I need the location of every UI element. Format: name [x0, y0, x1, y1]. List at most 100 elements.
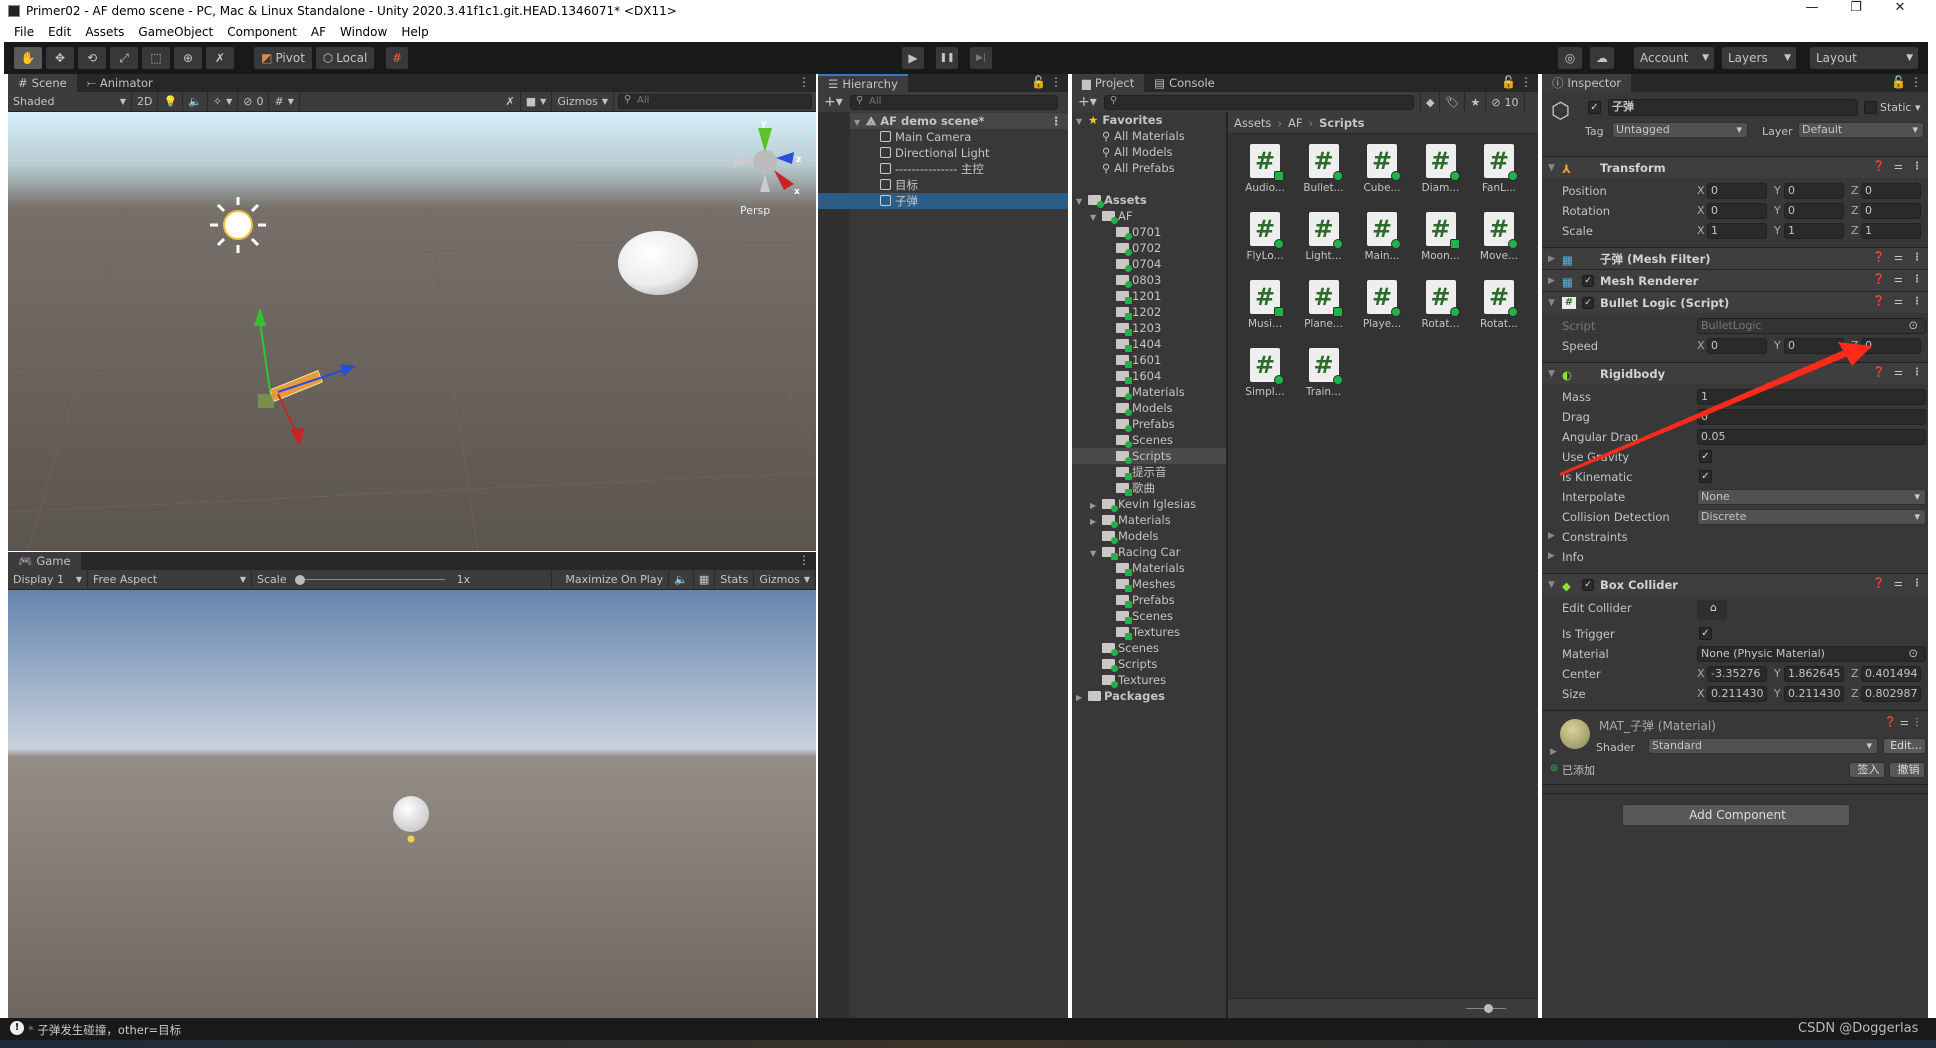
project-tree-item[interactable]: ▶ Kevin Iglesias: [1072, 496, 1226, 512]
static-checkbox[interactable]: ✓: [1864, 101, 1877, 114]
script-asset[interactable]: # Rotat...: [1412, 280, 1470, 330]
project-tree-item[interactable]: ▼ Assets: [1072, 192, 1226, 208]
more-options-icon[interactable]: ⋮: [1050, 75, 1062, 89]
more-options-icon[interactable]: ⋮: [1910, 75, 1922, 89]
project-tree-item[interactable]: 1404: [1072, 336, 1226, 352]
expand-arrow-icon[interactable]: ▼: [1548, 369, 1562, 379]
project-tree-item[interactable]: 0704: [1072, 256, 1226, 272]
menu-component[interactable]: Component: [227, 25, 297, 39]
script-asset[interactable]: # Bullet...: [1295, 144, 1353, 194]
collab-button[interactable]: ◎: [1558, 47, 1582, 69]
project-tree-item[interactable]: 0702: [1072, 240, 1226, 256]
menu-window[interactable]: Window: [340, 25, 387, 39]
checkbox[interactable]: ✓: [1699, 470, 1712, 483]
project-tree-item[interactable]: 1202: [1072, 304, 1226, 320]
active-checkbox[interactable]: ✓: [1588, 101, 1601, 114]
gizmos-dropdown[interactable]: Gizmos ▼: [552, 91, 614, 112]
grid-dropdown[interactable]: # ▼: [269, 91, 300, 112]
target-sphere[interactable]: [618, 231, 698, 295]
pivot-toggle[interactable]: ◩ Pivot: [254, 47, 312, 69]
script-asset[interactable]: # Plane...: [1295, 280, 1353, 330]
field-z[interactable]: 0.802987: [1861, 686, 1921, 702]
search-by-type-button[interactable]: ◆: [1420, 92, 1441, 112]
scale-slider[interactable]: Scale 1x: [252, 569, 552, 590]
gameobject-cube-icon[interactable]: ⬡: [1551, 99, 1570, 124]
collapse-arrow-icon[interactable]: ▶: [1548, 254, 1562, 264]
lock-icon[interactable]: 🔓: [1031, 75, 1046, 89]
project-tree-item[interactable]: ▶ Packages: [1072, 688, 1226, 704]
more-options-icon[interactable]: ⋮: [1912, 367, 1922, 378]
move-tool-button[interactable]: ✥: [46, 47, 74, 69]
project-tree-item[interactable]: 0701: [1072, 224, 1226, 240]
component-controls[interactable]: ❓ ⚌ ⋮: [1884, 717, 1922, 728]
breadcrumb-item[interactable]: AF: [1288, 116, 1302, 130]
maximize-button[interactable]: ❐: [1836, 0, 1876, 15]
presets-icon[interactable]: ⚌: [1894, 252, 1903, 263]
stats-grid-toggle[interactable]: ▦: [694, 569, 716, 590]
expand-arrow-icon[interactable]: ▶: [1550, 747, 1557, 757]
local-toggle[interactable]: ⬡ Local: [316, 47, 374, 69]
more-options-icon[interactable]: ⋮: [1912, 252, 1922, 263]
presets-icon[interactable]: ⚌: [1894, 296, 1903, 307]
project-tree-item[interactable]: Meshes: [1072, 576, 1226, 592]
component-header[interactable]: ▼ # ✓ Bullet Logic (Script) ❓ ⚌ ⋮: [1542, 291, 1928, 313]
field-y[interactable]: 0: [1784, 203, 1844, 219]
project-tree-item[interactable]: Scripts: [1072, 656, 1226, 672]
object-picker-icon[interactable]: ⊙: [1908, 646, 1918, 660]
scale-handle[interactable]: [294, 574, 305, 585]
expand-arrow-icon[interactable]: ▶: [1076, 690, 1088, 706]
2d-toggle[interactable]: 2D: [132, 91, 159, 112]
audio-toggle[interactable]: 🔈: [183, 91, 208, 112]
project-tree-item[interactable]: [1072, 176, 1226, 192]
component-header[interactable]: ▶ ▦ 子弹 (Mesh Filter) ❓ ⚌ ⋮: [1542, 247, 1928, 269]
expand-arrow-icon[interactable]: ▼: [1548, 580, 1562, 590]
field-z[interactable]: 0.401494: [1861, 666, 1921, 682]
transform-tool-button[interactable]: ⊕: [174, 47, 202, 69]
grid-snap-button[interactable]: #: [386, 47, 408, 69]
enabled-checkbox[interactable]: ✓: [1582, 578, 1594, 591]
custom-tool-button[interactable]: ✗: [206, 47, 234, 69]
menu-edit[interactable]: Edit: [48, 25, 71, 39]
component-header[interactable]: ▶ ▦ ✓ Mesh Renderer ❓ ⚌ ⋮: [1542, 269, 1928, 291]
scene-row[interactable]: ▼ ⟁ AF demo scene* ⋮: [850, 113, 1068, 129]
dropdown[interactable]: None: [1697, 489, 1926, 505]
script-asset[interactable]: # Rotat...: [1470, 280, 1528, 330]
shading-dropdown[interactable]: Shaded ▼: [8, 91, 132, 112]
project-tree-item[interactable]: ▼ ★ Favorites: [1072, 112, 1226, 128]
effects-dropdown[interactable]: ✧ ▼: [208, 91, 239, 112]
collapse-arrow-icon[interactable]: ▶: [1548, 551, 1555, 561]
maximize-on-play-toggle[interactable]: Maximize On Play: [560, 569, 670, 590]
field-x[interactable]: 1: [1707, 223, 1767, 239]
help-icon[interactable]: ❓: [1873, 274, 1885, 285]
more-options-icon[interactable]: ⋮: [798, 75, 810, 89]
scale-tool-button[interactable]: ⤢: [110, 47, 138, 69]
field-z[interactable]: 0: [1861, 183, 1921, 199]
field-y[interactable]: 1.862645: [1784, 666, 1844, 682]
project-tree-item[interactable]: Prefabs: [1072, 416, 1226, 432]
play-button[interactable]: ▶: [902, 47, 924, 69]
field-y[interactable]: 0: [1784, 338, 1844, 354]
field-x[interactable]: 0: [1707, 183, 1767, 199]
account-dropdown[interactable]: Account ▼: [1634, 47, 1714, 69]
field-y[interactable]: 1: [1784, 223, 1844, 239]
more-options-icon[interactable]: ⋮: [1912, 578, 1922, 589]
scene-search-input[interactable]: All: [618, 94, 812, 109]
number-field[interactable]: 0: [1697, 409, 1926, 425]
field-y[interactable]: 0: [1784, 183, 1844, 199]
dropdown[interactable]: Discrete: [1697, 509, 1926, 525]
number-field[interactable]: 0.05: [1697, 429, 1926, 445]
edit-shader-button[interactable]: Edit...: [1883, 738, 1926, 754]
tab-project[interactable]: ▆ Project: [1072, 74, 1145, 92]
object-picker-icon[interactable]: ⊙: [1908, 318, 1918, 332]
help-icon[interactable]: ❓: [1873, 161, 1885, 172]
layers-dropdown[interactable]: Layers ▼: [1722, 47, 1796, 69]
game-gizmos-dropdown[interactable]: Gizmos ▼: [754, 569, 816, 590]
aspect-dropdown[interactable]: Free Aspect ▼: [88, 569, 252, 590]
edit-collider-button[interactable]: ⌂: [1697, 600, 1727, 620]
project-tree-item[interactable]: ⚲ All Models: [1072, 144, 1226, 160]
project-tree-item[interactable]: ⚲ All Prefabs: [1072, 160, 1226, 176]
tab-console[interactable]: ▤ Console: [1144, 74, 1225, 92]
collapse-arrow-icon[interactable]: ▶: [1548, 531, 1555, 541]
script-asset[interactable]: # Diam...: [1412, 144, 1470, 194]
property-label[interactable]: Constraints: [1562, 530, 1628, 544]
